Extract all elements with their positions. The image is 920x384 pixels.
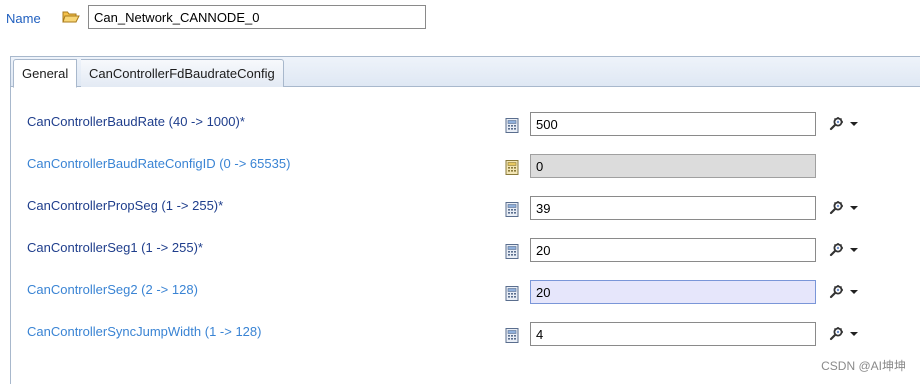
param-value-field[interactable] bbox=[530, 280, 816, 304]
name-label: Name bbox=[6, 11, 41, 26]
chevron-down-icon bbox=[850, 332, 858, 336]
calculator-icon bbox=[505, 286, 520, 301]
param-label: CanControllerSyncJumpWidth (1 -> 128) bbox=[27, 324, 262, 339]
gear-icon bbox=[828, 200, 844, 216]
gear-icon bbox=[828, 326, 844, 342]
param-value-field[interactable] bbox=[530, 238, 816, 262]
gear-icon bbox=[828, 284, 844, 300]
chevron-down-icon bbox=[850, 122, 858, 126]
tab-canControllerFdBaudrateConfig[interactable]: CanControllerFdBaudrateConfig bbox=[81, 59, 284, 87]
param-label: CanControllerPropSeg (1 -> 255)* bbox=[27, 198, 224, 213]
param-action-button[interactable] bbox=[828, 199, 864, 217]
param-value-field[interactable] bbox=[530, 196, 816, 220]
param-label: CanControllerBaudRateConfigID (0 -> 6553… bbox=[27, 156, 291, 171]
calculator-icon bbox=[505, 160, 520, 175]
param-action-button[interactable] bbox=[828, 115, 864, 133]
tab-bar: CanControllerFdBaudrateConfig General bbox=[11, 57, 920, 88]
param-action-button[interactable] bbox=[828, 283, 864, 301]
param-label: CanControllerBaudRate (40 -> 1000)* bbox=[27, 114, 245, 129]
param-value-field[interactable] bbox=[530, 154, 816, 178]
calculator-icon bbox=[505, 328, 520, 343]
param-action-button[interactable] bbox=[828, 241, 864, 259]
param-label: CanControllerSeg1 (1 -> 255)* bbox=[27, 240, 203, 255]
param-value-field[interactable] bbox=[530, 322, 816, 346]
chevron-down-icon bbox=[850, 290, 858, 294]
calculator-icon bbox=[505, 202, 520, 217]
param-value-field[interactable] bbox=[530, 112, 816, 136]
chevron-down-icon bbox=[850, 248, 858, 252]
param-label: CanControllerSeg2 (2 -> 128) bbox=[27, 282, 198, 297]
folder-open-icon bbox=[62, 9, 80, 24]
tab-general[interactable]: General bbox=[13, 59, 78, 88]
watermark: CSDN @AI坤坤 bbox=[821, 359, 906, 373]
chevron-down-icon bbox=[850, 206, 858, 210]
name-field[interactable] bbox=[88, 5, 426, 29]
gear-icon bbox=[828, 116, 844, 132]
calculator-icon bbox=[505, 118, 520, 133]
calculator-icon bbox=[505, 244, 520, 259]
gear-icon bbox=[828, 242, 844, 258]
param-action-button[interactable] bbox=[828, 325, 864, 343]
